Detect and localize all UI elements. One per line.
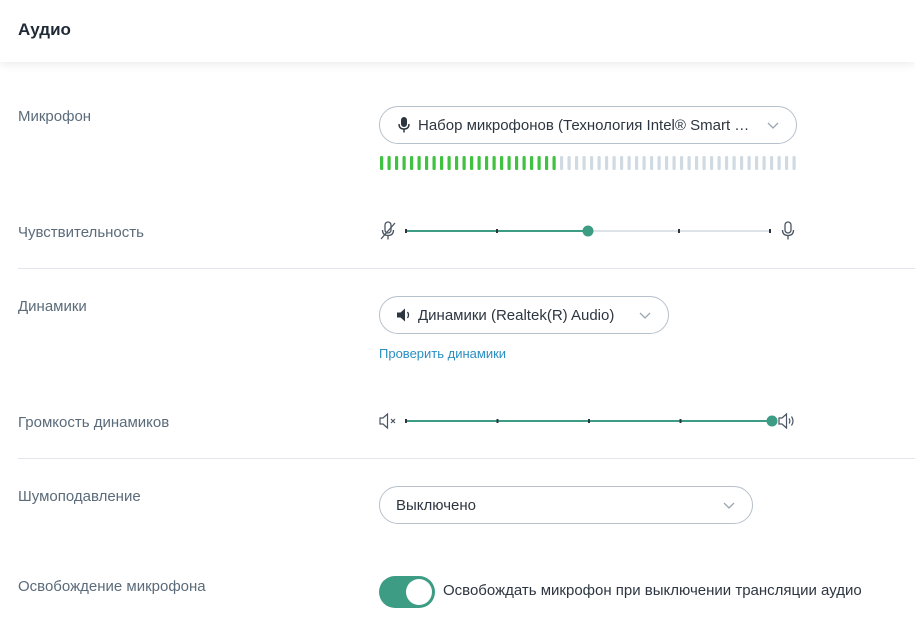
meter-bar	[425, 156, 429, 170]
meter-bar	[672, 156, 676, 170]
meter-bar	[680, 156, 684, 170]
slider-thumb	[766, 415, 778, 427]
meter-bar	[432, 156, 436, 170]
noise-suppression-select[interactable]: Выключено	[379, 486, 753, 524]
meter-bar	[597, 156, 601, 170]
meter-bar	[755, 156, 759, 170]
meter-bar	[657, 156, 661, 170]
slider-tick	[405, 229, 407, 233]
speaker-volume-label: Громкость динамиков	[18, 414, 170, 431]
meter-bar	[642, 156, 646, 170]
slider-thumb	[582, 225, 594, 237]
meter-bar	[470, 156, 474, 170]
mic-release-toggle[interactable]	[379, 576, 435, 608]
meter-bar	[560, 156, 564, 170]
meter-bar	[552, 156, 556, 170]
noise-suppression-label: Шумоподавление	[18, 488, 141, 505]
meter-bar	[582, 156, 586, 170]
slider-tick	[679, 419, 682, 423]
meter-bar	[380, 156, 384, 170]
meter-bar	[545, 156, 549, 170]
chevron-down-icon	[639, 312, 651, 319]
slider-tick	[405, 419, 407, 423]
test-speakers-link[interactable]: Проверить динамики	[379, 346, 506, 361]
section-divider	[18, 458, 915, 459]
microphone-icon	[398, 117, 410, 133]
meter-bar	[695, 156, 699, 170]
meter-bar	[740, 156, 744, 170]
page-title: Аудио	[18, 20, 71, 39]
microphone-select-value: Набор микрофонов (Технология Intel® Smar…	[418, 116, 756, 134]
meter-bar	[777, 156, 781, 170]
speakers-select[interactable]: Динамики (Realtek(R) Audio)	[379, 296, 669, 334]
meter-bar	[537, 156, 541, 170]
slider-tick	[588, 419, 590, 423]
meter-bar	[605, 156, 609, 170]
chevron-down-icon	[767, 122, 779, 129]
meter-bar	[620, 156, 624, 170]
slider-tick	[769, 229, 771, 233]
meter-bar	[650, 156, 654, 170]
meter-bar	[732, 156, 736, 170]
microphone-select[interactable]: Набор микрофонов (Технология Intel® Smar…	[379, 106, 797, 144]
section-divider	[18, 268, 915, 269]
meter-bar	[447, 156, 451, 170]
meter-bar	[485, 156, 489, 170]
microphone-muted-icon	[380, 221, 396, 240]
meter-bar	[635, 156, 639, 170]
speaker-icon	[397, 308, 410, 322]
microphone-level-meter	[380, 156, 796, 170]
meter-bar	[627, 156, 631, 170]
meter-bar	[530, 156, 534, 170]
toggle-knob	[406, 579, 432, 605]
meter-bar	[762, 156, 766, 170]
meter-bar	[455, 156, 459, 170]
meter-bar	[387, 156, 391, 170]
meter-bar	[590, 156, 594, 170]
meter-bar	[417, 156, 421, 170]
noise-suppression-select-value: Выключено	[396, 496, 476, 514]
meter-bar	[792, 156, 796, 170]
meter-bar	[702, 156, 706, 170]
meter-bar	[717, 156, 721, 170]
sensitivity-slider[interactable]	[400, 220, 776, 242]
mic-release-label: Освобождение микрофона	[18, 578, 206, 595]
meter-bar	[492, 156, 496, 170]
meter-bar	[612, 156, 616, 170]
meter-bar	[665, 156, 669, 170]
slider-tick	[496, 419, 499, 423]
meter-bar	[395, 156, 399, 170]
meter-bar	[710, 156, 714, 170]
chevron-down-icon	[723, 502, 735, 509]
meter-bar	[402, 156, 406, 170]
meter-bar	[725, 156, 729, 170]
speakers-select-value: Динамики (Realtek(R) Audio)	[418, 306, 615, 324]
sensitivity-label: Чувствительность	[18, 224, 144, 241]
meter-bar	[747, 156, 751, 170]
mic-release-toggle-label: Освобождать микрофон при выключении тран…	[443, 582, 862, 599]
slider-tick	[496, 229, 498, 233]
meter-bar	[522, 156, 526, 170]
meter-bar	[477, 156, 481, 170]
meter-bar	[515, 156, 519, 170]
slider-tick	[678, 229, 680, 233]
meter-bar	[500, 156, 504, 170]
speaker-muted-icon	[379, 412, 396, 430]
meter-bar	[462, 156, 466, 170]
panel-header: Аудио	[0, 0, 915, 62]
meter-bar	[785, 156, 789, 170]
meter-bar	[687, 156, 691, 170]
meter-bar	[567, 156, 571, 170]
speaker-volume-slider[interactable]	[400, 410, 778, 432]
meter-bar	[507, 156, 511, 170]
microphone-label: Микрофон	[18, 108, 92, 125]
microphone-icon	[781, 221, 795, 240]
meter-bar	[575, 156, 579, 170]
meter-bar	[440, 156, 444, 170]
meter-bar	[770, 156, 774, 170]
speakers-label: Динамики	[18, 298, 87, 315]
meter-bar	[410, 156, 414, 170]
speaker-loud-icon	[778, 412, 794, 430]
